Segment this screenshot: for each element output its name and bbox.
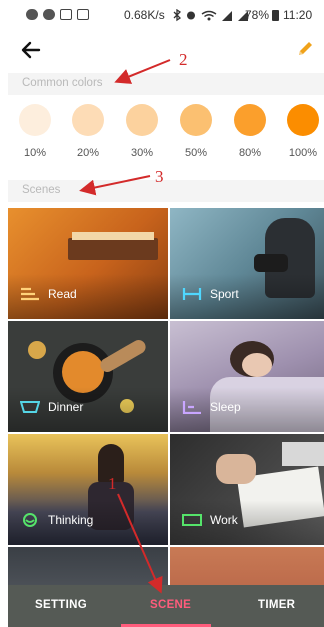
annotation-number: 3 <box>155 167 164 186</box>
color-swatch[interactable]: 50% <box>179 104 213 159</box>
swatch-circle[interactable] <box>234 104 266 136</box>
swatch-label: 10% <box>23 147 47 159</box>
common-colors-header: Common colors <box>8 73 324 95</box>
scene-tile-read[interactable]: Read <box>8 208 168 319</box>
scenes-header: Scenes <box>8 180 324 202</box>
alarm-icon <box>187 11 195 20</box>
swatch-circle[interactable] <box>72 104 104 136</box>
chat-icon <box>43 9 55 20</box>
swatch-circle[interactable] <box>19 104 51 136</box>
color-swatch[interactable]: 100% <box>286 104 320 159</box>
color-swatch[interactable]: 20% <box>71 104 105 159</box>
scene-label: Work <box>210 513 238 527</box>
scene-tile-thinking[interactable]: Thinking <box>8 434 168 545</box>
sleeper-face <box>242 353 272 377</box>
wifi-icon <box>201 10 217 18</box>
work-icon <box>182 514 202 526</box>
swatch-label: 50% <box>184 147 208 159</box>
scene-tile-sport[interactable]: Sport <box>170 208 324 319</box>
tab-timer[interactable]: TIMER <box>258 599 295 611</box>
scene-label: Sleep <box>210 400 241 414</box>
tab-setting[interactable]: SETTING <box>35 599 87 611</box>
scene-tile-sleep[interactable]: Sleep <box>170 321 324 432</box>
color-swatch[interactable]: 80% <box>233 104 267 159</box>
scene-tile-work[interactable]: Work <box>170 434 324 545</box>
scene-tile-dinner[interactable]: Dinner <box>8 321 168 432</box>
image-icon <box>77 9 89 20</box>
bottom-tab-bar: SETTING SCENE TIMER <box>8 585 324 627</box>
swatch-label: 30% <box>130 147 154 159</box>
swatch-circle[interactable] <box>180 104 212 136</box>
signal-icon <box>222 11 232 21</box>
battery-percent: 78% <box>245 8 270 22</box>
color-swatch[interactable]: 10% <box>18 104 52 159</box>
notification-icons <box>26 9 89 20</box>
book-image <box>68 238 158 260</box>
status-bar: 0.68K/s 78% 11:20 <box>0 0 324 30</box>
dumbbell-image <box>254 254 288 272</box>
scene-label: Sport <box>210 287 239 301</box>
section-title: Common colors <box>22 77 103 89</box>
annotation-number: 2 <box>179 50 188 69</box>
hand-image <box>216 454 256 484</box>
read-icon <box>21 287 39 301</box>
color-swatch[interactable]: 30% <box>125 104 159 159</box>
pencil-icon[interactable] <box>296 40 314 58</box>
bowl-icon <box>20 401 40 413</box>
swatch-circle[interactable] <box>287 104 319 136</box>
scene-label: Dinner <box>48 400 84 414</box>
swatch-label: 100% <box>288 147 318 159</box>
tab-scene[interactable]: SCENE <box>150 599 191 611</box>
color-swatches: 10% 20% 30% 50% 80% 100% <box>8 104 324 164</box>
annotation-number: 1 <box>108 474 117 493</box>
swatch-circle[interactable] <box>126 104 158 136</box>
bluetooth-icon <box>173 9 182 22</box>
back-arrow-icon[interactable] <box>20 38 42 62</box>
section-title: Scenes <box>22 184 61 196</box>
swatch-label: 80% <box>238 147 262 159</box>
checkbox-icon <box>60 9 72 20</box>
chat-icon <box>26 9 38 20</box>
smile-icon <box>23 513 37 527</box>
clock-time: 11:20 <box>283 8 313 22</box>
scenes-grid: Read Sport Dinner Sleep Thinking Work <box>8 208 324 627</box>
dumbbell-icon <box>182 288 202 300</box>
battery-icon <box>272 10 279 21</box>
network-speed: 0.68K/s <box>124 8 165 22</box>
scene-label: Thinking <box>48 513 94 527</box>
laptop-image <box>282 442 324 466</box>
swatch-label: 20% <box>76 147 100 159</box>
app-header <box>0 32 324 74</box>
scene-label: Read <box>48 287 77 301</box>
sleep-icon <box>182 401 201 414</box>
